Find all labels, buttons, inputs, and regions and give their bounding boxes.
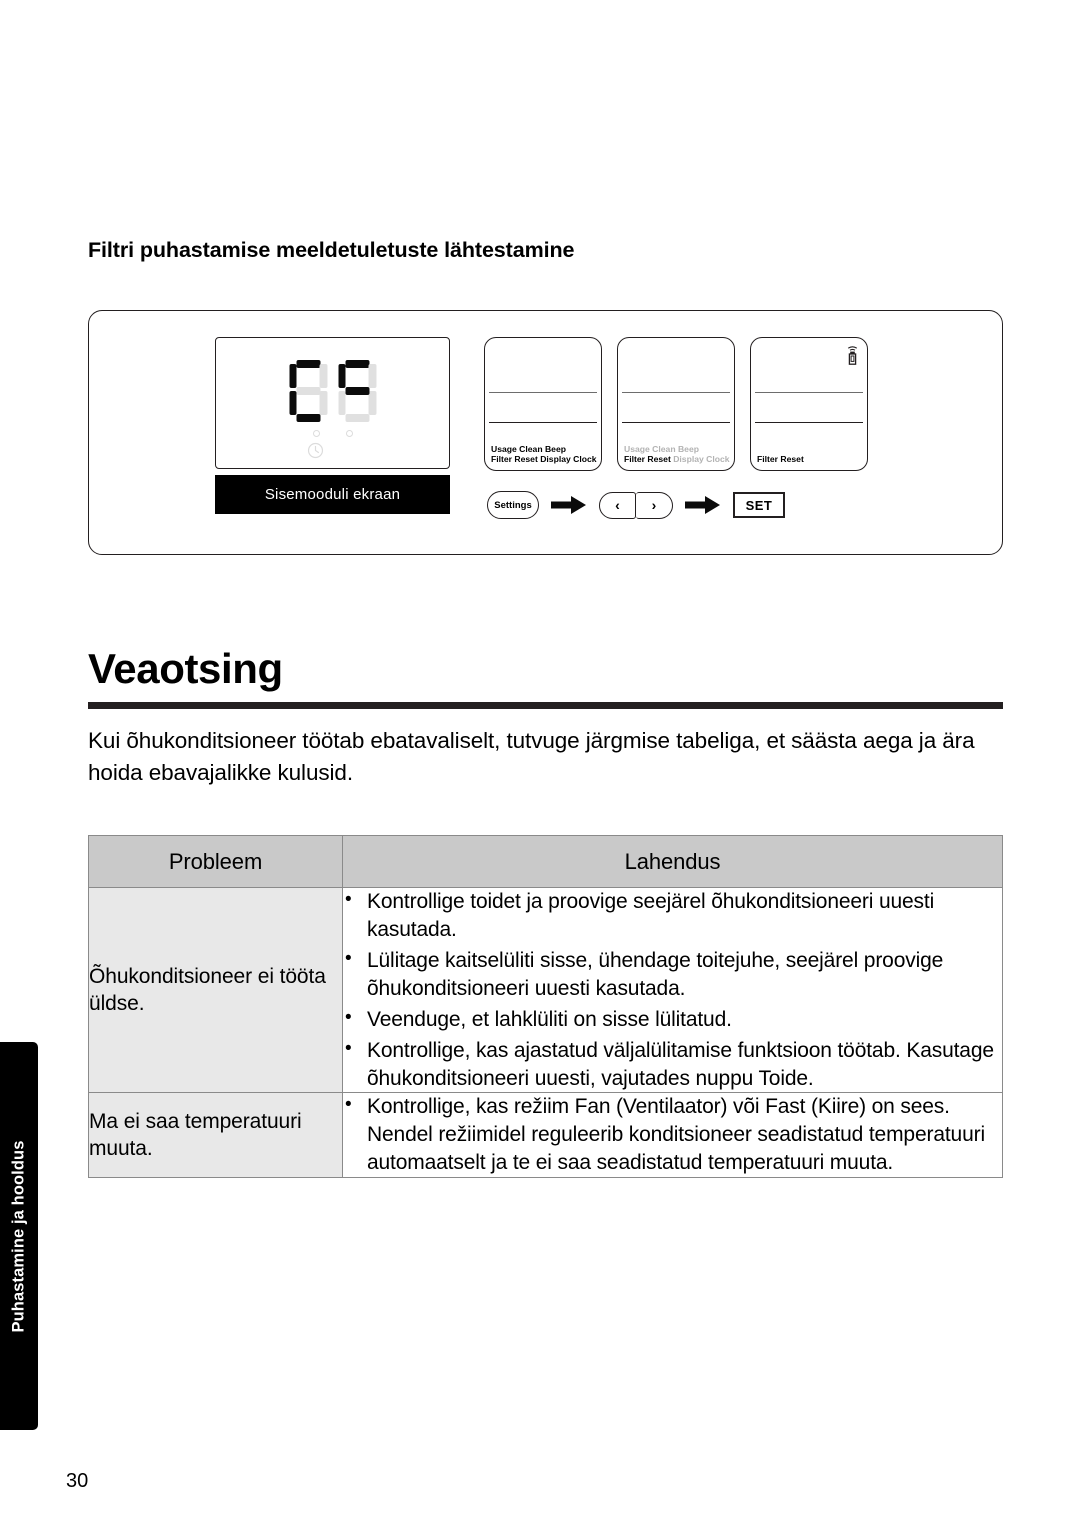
table-row: Õhukonditsioneer ei tööta üldse. Kontrol… [88, 886, 1003, 1094]
nav-button-pair: ‹ › [599, 491, 673, 519]
seven-segment-digit-c [289, 360, 327, 422]
chapter-rule-divider [88, 702, 1003, 709]
panel-2-highlight: Filter Reset [624, 453, 671, 464]
panel-divider-lower [622, 422, 730, 424]
remote-panel-group: Usage Clean Beep Filter Reset Display Cl… [484, 337, 868, 471]
chapter-side-tab-label: Puhastamine ja hooldus [9, 1140, 28, 1332]
nav-right-button[interactable]: › [636, 491, 673, 519]
panel-2-line1: Usage Clean Beep [624, 443, 699, 454]
panel-1-line1: Usage Clean Beep [491, 443, 566, 454]
button-flow-row: Settings ‹ › SET [487, 491, 785, 519]
chapter-title: Veaotsing [88, 645, 283, 692]
indoor-display-screen [215, 337, 450, 469]
solution-list: Kontrollige toidet ja proovige seejärel … [343, 887, 1002, 1093]
list-item: Kontrollige, kas ajastatud väljalülitami… [343, 1036, 1002, 1093]
set-button[interactable]: SET [733, 492, 785, 518]
panel-1-labels: Usage Clean Beep Filter Reset Display Cl… [491, 444, 597, 464]
settings-button[interactable]: Settings [487, 491, 539, 519]
section-title: Filtri puhastamise meeldetuletuste lähte… [88, 238, 575, 262]
table-cell-problem: Õhukonditsioneer ei tööta üldse. [88, 886, 343, 1094]
panel-divider-upper [489, 392, 597, 394]
panel-divider-lower [489, 422, 597, 424]
table-header-problem: Probleem [88, 835, 343, 888]
remote-panel-step-2: Usage Clean Beep Filter Reset Display Cl… [617, 337, 735, 471]
page-number: 30 [66, 1470, 89, 1492]
list-item: Kontrollige toidet ja proovige seejärel … [343, 887, 1002, 944]
led-indicator-right-icon [345, 430, 353, 437]
panel-3-line2: Filter Reset [757, 453, 804, 464]
remote-signal-icon [847, 346, 858, 365]
clock-icon [307, 442, 323, 459]
chapter-intro-text: Kui õhukonditsioneer töötab ebatavalisel… [88, 728, 975, 785]
table-cell-solution: Kontrollige toidet ja proovige seejärel … [342, 886, 1003, 1094]
figure-frame: Sisemooduli ekraan Usage Clean Beep Filt… [88, 310, 1003, 555]
list-item: Veenduge, et lahklüliti on sisse lülitat… [343, 1005, 1002, 1034]
right-arrow-icon [685, 496, 720, 514]
panel-divider-upper [622, 392, 730, 394]
troubleshooting-table: Probleem Lahendus Õhukonditsioneer ei tö… [88, 835, 1003, 1179]
panel-1-line2: Filter Reset Display Clock [491, 453, 597, 464]
remote-panel-step-3: Filter Reset [750, 337, 868, 471]
seven-segment-display [289, 360, 376, 422]
remote-panel-step-1: Usage Clean Beep Filter Reset Display Cl… [484, 337, 602, 471]
indoor-display-block: Sisemooduli ekraan [215, 337, 450, 514]
panel-divider-lower [755, 422, 863, 424]
panel-2-line2: Filter Reset Display Clock [624, 454, 730, 464]
solution-list: Kontrollige, kas režiim Fan (Ventilaator… [343, 1092, 1002, 1177]
table-header-solution: Lahendus [342, 835, 1003, 888]
table-cell-problem: Ma ei saa temperatuuri muuta. [88, 1092, 343, 1179]
chapter-side-tab: Puhastamine ja hooldus [0, 1042, 38, 1430]
nav-left-button[interactable]: ‹ [599, 491, 636, 519]
panel-2-labels: Usage Clean Beep Filter Reset Display Cl… [624, 444, 730, 464]
right-arrow-icon [551, 496, 586, 514]
list-item: Lülitage kaitselüliti sisse, ühendage to… [343, 946, 1002, 1003]
table-cell-solution: Kontrollige, kas režiim Fan (Ventilaator… [342, 1092, 1003, 1179]
list-item: Kontrollige, kas režiim Fan (Ventilaator… [343, 1092, 1002, 1177]
panel-divider-upper [755, 392, 863, 394]
table-header-row: Probleem Lahendus [88, 835, 1003, 888]
led-indicator-left-icon [312, 430, 320, 437]
display-led-indicators [312, 430, 353, 437]
seven-segment-digit-f [338, 360, 376, 422]
panel-2-rest: Display Clock [670, 453, 730, 464]
indoor-display-caption: Sisemooduli ekraan [215, 475, 450, 514]
table-row: Ma ei saa temperatuuri muuta. Kontrollig… [88, 1092, 1003, 1179]
panel-3-labels: Filter Reset [757, 454, 804, 464]
